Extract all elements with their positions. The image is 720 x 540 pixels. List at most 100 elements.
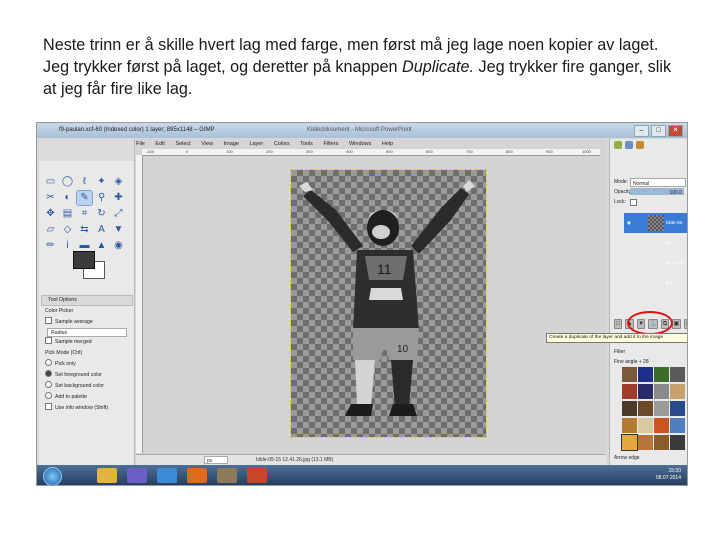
menu-edit[interactable]: Edit (155, 141, 164, 147)
pencil-icon[interactable]: ✏ (43, 239, 58, 253)
radio-selected-icon[interactable] (45, 370, 52, 377)
brush-swatch[interactable] (638, 435, 653, 450)
menu-layer[interactable]: Layer (249, 141, 263, 147)
visibility-eye-icon[interactable]: ◉ (627, 213, 631, 233)
radio-icon[interactable] (45, 359, 52, 366)
foreground-select-icon[interactable]: ◐ (60, 191, 75, 205)
new-layer-button[interactable]: □ (614, 319, 623, 329)
perspective-icon[interactable]: ◇ (60, 223, 75, 237)
system-clock[interactable]: 15:00 08.07.2014 (656, 468, 681, 482)
menu-help[interactable]: Help (382, 141, 393, 147)
vertical-ruler[interactable] (136, 155, 143, 453)
shear-icon[interactable]: ▱ (43, 223, 58, 237)
brush-swatch[interactable] (622, 384, 637, 399)
menu-windows[interactable]: Windows (349, 141, 371, 147)
clone-icon[interactable]: ◉ (111, 239, 126, 253)
brush-swatch[interactable] (670, 418, 685, 433)
radio-icon[interactable] (45, 381, 52, 388)
rotate-icon[interactable]: ↻ (94, 207, 109, 221)
powerpoint-taskbar-icon[interactable] (247, 468, 267, 483)
layer-list-item[interactable]: ◉ bilde-05-15 12.41.26 jpg (624, 213, 687, 285)
brush-swatch[interactable] (670, 401, 685, 416)
brush-swatch[interactable] (654, 401, 669, 416)
color-picker-icon[interactable]: ✎ (76, 190, 93, 206)
fuzzy-select-icon[interactable]: ✦ (94, 175, 109, 189)
menu-colors[interactable]: Colors (274, 141, 290, 147)
brush-swatch[interactable] (654, 384, 669, 399)
gimp-taskbar-icon[interactable] (217, 468, 237, 483)
foreground-color[interactable] (73, 251, 95, 269)
maximize-button[interactable]: □ (651, 125, 666, 137)
brush-swatch[interactable] (638, 401, 653, 416)
start-button[interactable] (43, 467, 62, 485)
paths-tab-icon[interactable] (636, 141, 644, 149)
brush-swatch[interactable] (622, 418, 637, 433)
color-select-icon[interactable]: ◈ (111, 175, 126, 189)
mode-pick-only[interactable]: Pick only (41, 359, 133, 370)
align-icon[interactable]: ▤ (60, 207, 75, 221)
tool-options-tab[interactable]: Tool Options (41, 295, 133, 306)
delete-layer-button[interactable]: ✕ (683, 319, 687, 329)
sample-average-row[interactable]: Sample average (41, 317, 133, 328)
menu-file[interactable]: File (136, 141, 145, 147)
brush-swatch[interactable] (622, 401, 637, 416)
brush-swatch[interactable] (654, 435, 669, 450)
ellipse-select-icon[interactable]: ◯ (60, 175, 75, 189)
brush-swatch[interactable] (638, 367, 653, 382)
mode-set-background[interactable]: Set background color (41, 381, 133, 392)
mode-add-palette[interactable]: Add to palette (41, 392, 133, 403)
sample-merged-row[interactable]: Sample merged (41, 337, 133, 348)
fg-bg-color-swatch[interactable] (73, 251, 107, 279)
close-button[interactable]: ✕ (668, 125, 683, 137)
menu-image[interactable]: Image (224, 141, 239, 147)
mode-set-foreground[interactable]: Set foreground color (41, 370, 133, 381)
measure-icon[interactable]: ✚ (111, 191, 126, 205)
media-taskbar-icon[interactable] (127, 468, 147, 483)
channels-tab-icon[interactable] (625, 141, 633, 149)
brush-swatch[interactable] (654, 418, 669, 433)
scissors-icon[interactable]: ✂ (43, 191, 58, 205)
brush-swatch[interactable] (670, 435, 685, 450)
brush-swatch[interactable] (670, 367, 685, 382)
unit-select[interactable]: px (204, 456, 228, 464)
minimize-button[interactable]: – (634, 125, 649, 137)
image-canvas[interactable]: 11 10 (290, 169, 487, 438)
free-select-icon[interactable]: ℓ (77, 175, 92, 189)
brush-swatch[interactable] (638, 384, 653, 399)
scale-icon[interactable]: ⤢ (111, 207, 126, 221)
brush-swatch[interactable] (670, 384, 685, 399)
dock-tab-icons (610, 139, 687, 157)
opacity-slider[interactable]: 100.0 (630, 188, 684, 196)
crop-icon[interactable]: ⌗ (77, 207, 92, 221)
bucket-fill-icon[interactable]: ▼ (111, 223, 126, 237)
menu-filters[interactable]: Filters (323, 141, 338, 147)
lock-checkbox[interactable] (630, 199, 637, 206)
menu-view[interactable]: View (201, 141, 213, 147)
merge-layer-button[interactable]: ▣ (672, 319, 681, 329)
info-window-row[interactable]: Use info window (Shift) (41, 403, 133, 414)
layers-tab-icon[interactable] (614, 141, 622, 149)
ruler-mark: 300 (306, 149, 313, 154)
brush-swatch[interactable] (654, 367, 669, 382)
text-icon[interactable]: A (94, 223, 109, 237)
move-icon[interactable]: ✥ (43, 207, 58, 221)
brush-swatch[interactable] (622, 367, 637, 382)
firefox-taskbar-icon[interactable] (187, 468, 207, 483)
sample-average-checkbox[interactable] (45, 317, 52, 324)
store-taskbar-icon[interactable] (157, 468, 177, 483)
menu-tools[interactable]: Tools (300, 141, 313, 147)
info-window-checkbox[interactable] (45, 403, 52, 410)
ruler-mark: 900 (546, 149, 553, 154)
mode-select[interactable]: Normal (630, 178, 686, 187)
radius-field[interactable]: Radius (47, 328, 127, 337)
horizontal-ruler[interactable]: -100 0 100 200 300 400 500 600 700 800 9… (142, 149, 600, 156)
brush-swatch-selected[interactable] (621, 434, 638, 451)
rect-select-icon[interactable]: ▭ (43, 175, 58, 189)
explorer-taskbar-icon[interactable] (97, 468, 117, 483)
radio-icon[interactable] (45, 392, 52, 399)
brush-swatch[interactable] (638, 418, 653, 433)
zoom-icon[interactable]: ⚲ (94, 191, 109, 205)
flip-icon[interactable]: ⇆ (77, 223, 92, 237)
menu-select[interactable]: Select (175, 141, 190, 147)
sample-merged-checkbox[interactable] (45, 337, 52, 344)
